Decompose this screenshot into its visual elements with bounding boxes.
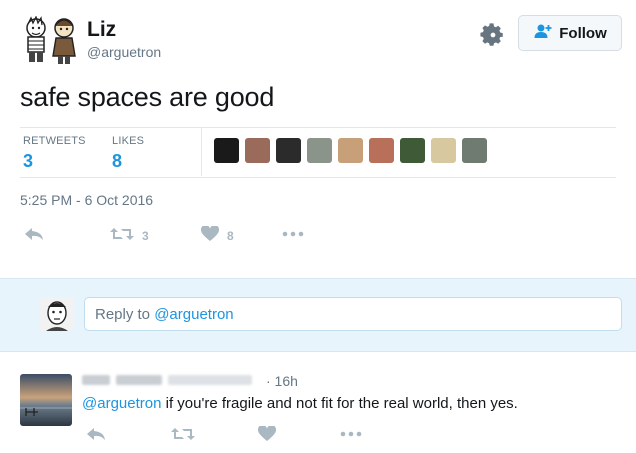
retweet-action[interactable]: 3: [110, 226, 149, 245]
redacted-block: [116, 375, 162, 385]
reply-action[interactable]: [24, 226, 44, 245]
follow-label: Follow: [559, 24, 607, 42]
reply-tweet-like-action[interactable]: [257, 424, 277, 445]
redacted-block: [82, 375, 110, 385]
retweets-count: 3: [23, 151, 34, 171]
more-action[interactable]: [282, 228, 304, 242]
profile-avatar[interactable]: [20, 15, 82, 66]
reply-input[interactable]: Reply to @arguetron: [84, 297, 622, 331]
liker-avatar-4[interactable]: [307, 138, 332, 163]
tweet-text: safe spaces are good: [20, 82, 275, 112]
add-user-icon: [533, 23, 553, 43]
like-action[interactable]: 8: [200, 224, 234, 245]
reply-author-avatar[interactable]: [20, 374, 72, 426]
liker-avatar-5[interactable]: [338, 138, 363, 163]
user-handle[interactable]: @arguetron: [87, 44, 161, 60]
gear-icon[interactable]: [480, 22, 506, 48]
liker-avatar-2[interactable]: [245, 138, 270, 163]
retweet-count: 3: [142, 228, 149, 243]
reply-text-body: if you're fragile and not fit for the re…: [161, 395, 518, 412]
redacted-block: [168, 375, 252, 385]
stats-vertical-divider: [201, 128, 202, 176]
stats-top-divider: [20, 127, 616, 128]
liker-avatars: [214, 138, 487, 163]
reply-icon: [86, 426, 106, 445]
liker-avatar-3[interactable]: [276, 138, 301, 163]
likes-stat[interactable]: LIKES 8: [112, 135, 144, 172]
likes-label: LIKES: [112, 135, 145, 147]
heart-icon: [200, 224, 220, 245]
retweet-icon: [171, 426, 195, 445]
liker-avatar-8[interactable]: [431, 138, 456, 163]
reply-text-mention[interactable]: @arguetron: [82, 395, 161, 412]
reply-tweet-retweet-action[interactable]: [171, 426, 195, 445]
reply-mention: @arguetron: [154, 306, 234, 323]
tweet-timestamp[interactable]: 5:25 PM - 6 Oct 2016: [20, 192, 153, 208]
retweet-icon: [110, 226, 134, 245]
liker-avatar-6[interactable]: [369, 138, 394, 163]
retweets-stat[interactable]: RETWEETS 3: [23, 135, 86, 172]
like-count: 8: [227, 228, 234, 243]
liker-avatar-9[interactable]: [462, 138, 487, 163]
liker-avatar-7[interactable]: [400, 138, 425, 163]
reply-text: @arguetron if you're fragile and not fit…: [82, 395, 518, 412]
reply-tweet-reply-action[interactable]: [86, 426, 106, 445]
current-user-avatar: [40, 297, 74, 331]
heart-icon: [257, 424, 277, 445]
follow-button[interactable]: Follow: [518, 15, 622, 51]
reply-author-name-redacted[interactable]: [82, 375, 252, 385]
more-icon: [282, 228, 304, 242]
more-icon: [340, 428, 362, 442]
reply-time[interactable]: · 16h: [266, 373, 298, 389]
user-name[interactable]: Liz: [87, 18, 116, 42]
liker-avatar-1[interactable]: [214, 138, 239, 163]
reply-icon: [24, 226, 44, 245]
likes-count: 8: [112, 151, 123, 171]
retweets-label: RETWEETS: [23, 135, 86, 147]
reply-tweet-more-action[interactable]: [340, 428, 362, 442]
stats-bottom-divider: [20, 177, 616, 178]
reply-prefix: Reply to: [95, 306, 155, 323]
